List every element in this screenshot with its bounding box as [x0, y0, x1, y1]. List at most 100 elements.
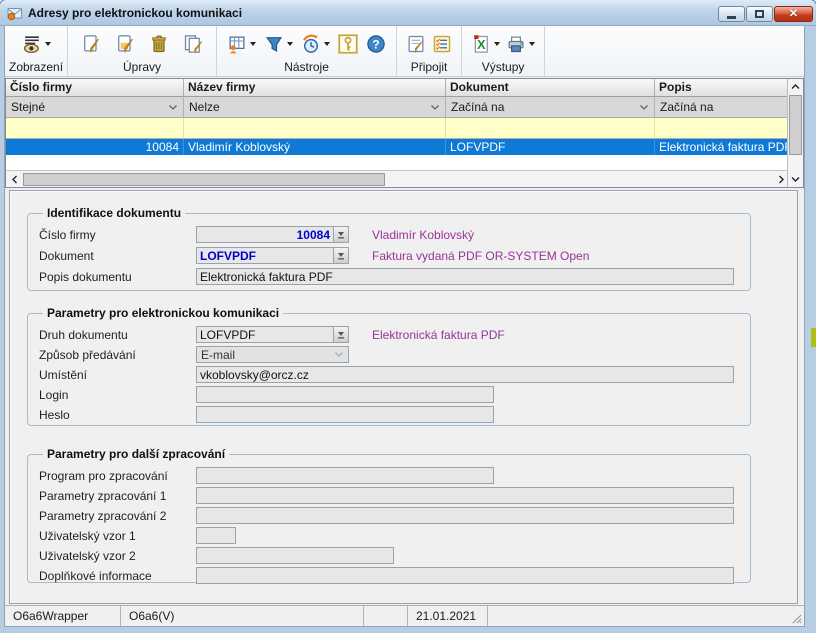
chevron-right-icon	[777, 175, 785, 184]
toolbar-group-vystupy: X Výstupy	[462, 26, 545, 76]
chevron-up-icon	[791, 83, 800, 91]
heslo-field[interactable]	[196, 406, 494, 423]
records-grid: Číslo firmy Název firmy Dokument Popis S…	[5, 78, 804, 188]
field-label-cislo-firmy: Číslo firmy	[39, 228, 196, 242]
export-excel-button[interactable]: X	[468, 32, 503, 56]
druh-dokumentu-field[interactable]	[196, 326, 334, 343]
close-button[interactable]: ✕	[774, 6, 813, 22]
field-label-druh-dokumentu: Druh dokumentu	[39, 328, 196, 342]
column-header-dokument[interactable]: Dokument	[446, 79, 655, 97]
vertical-scrollbar-thumb[interactable]	[789, 95, 802, 155]
column-header-nazev-firmy[interactable]: Název firmy	[184, 79, 446, 97]
filter-input-popis[interactable]	[655, 118, 789, 139]
section-parametry-zpracovani: Parametry pro další zpracování Program p…	[27, 447, 751, 583]
maximize-button[interactable]	[746, 6, 773, 22]
svg-text:?: ?	[372, 37, 379, 51]
window-title: Adresy pro elektronickou komunikaci	[28, 6, 242, 20]
popis-dokumentu-field[interactable]	[196, 268, 734, 285]
vertical-scrollbar[interactable]	[787, 79, 803, 187]
print-button[interactable]	[503, 32, 538, 56]
chevron-down-icon	[45, 42, 51, 46]
delete-record-button[interactable]	[146, 32, 172, 56]
filter-input-cislo-firmy[interactable]	[6, 118, 184, 139]
resize-grip[interactable]	[790, 612, 802, 624]
umisteni-field[interactable]	[196, 366, 734, 383]
new-record-button[interactable]	[78, 32, 104, 56]
related-tables-icon	[227, 34, 247, 54]
filter-input-dokument[interactable]	[446, 118, 655, 139]
field-label-doplnkove-informace: Doplňkové informace	[39, 569, 196, 583]
attach-list-button[interactable]	[429, 32, 455, 56]
titlebar: Adresy pro elektronickou komunikaci ✕	[0, 0, 816, 26]
toolbar: Zobrazení Úpravy	[5, 26, 804, 77]
field-label-dokument: Dokument	[39, 249, 196, 263]
lookup-arrow-icon	[336, 229, 346, 240]
related-tables-button[interactable]	[224, 32, 259, 56]
background-artifact	[811, 328, 816, 347]
history-button[interactable]	[298, 32, 333, 56]
grid-filter-row: Stejné Nelze Začíná na Začíná na	[6, 97, 789, 118]
field-label-umisteni: Umístění	[39, 368, 196, 382]
help-button[interactable]: ?	[363, 32, 389, 56]
new-record-icon	[81, 34, 101, 54]
edit-record-button[interactable]	[112, 32, 138, 56]
attach-list-icon	[432, 34, 452, 54]
column-header-popis[interactable]: Popis	[655, 79, 789, 97]
copy-record-icon	[183, 34, 203, 54]
field-label-program-pro-zpracovani: Program pro zpracování	[39, 469, 196, 483]
chevron-down-icon	[791, 175, 800, 183]
toolbar-group-label: Připojit	[397, 60, 461, 76]
druh-dokumentu-lookup-button[interactable]	[334, 326, 349, 343]
settings-key-icon	[338, 34, 358, 54]
parametry-zpracovani-1-field[interactable]	[196, 487, 734, 504]
status-cell-spacer	[488, 606, 804, 626]
scroll-up-button[interactable]	[788, 79, 803, 95]
print-icon	[506, 34, 526, 54]
toolbar-group-label: Výstupy	[462, 60, 544, 76]
dokument-field[interactable]	[196, 247, 334, 264]
scroll-left-button[interactable]	[6, 171, 23, 187]
chevron-down-icon	[250, 42, 256, 46]
minimize-icon	[727, 16, 736, 19]
section-title: Parametry pro další zpracování	[43, 447, 229, 461]
maximize-icon	[755, 10, 764, 18]
filter-button[interactable]	[261, 32, 296, 56]
doplnkove-informace-field[interactable]	[196, 567, 734, 584]
filter-input-nazev-firmy[interactable]	[184, 118, 446, 139]
program-pro-zpracovani-field[interactable]	[196, 467, 494, 484]
scroll-down-button[interactable]	[788, 171, 803, 187]
filter-operator-nazev-firmy[interactable]: Nelze	[184, 97, 446, 118]
close-icon: ✕	[789, 9, 798, 20]
cislo-firmy-description: Vladimír Koblovský	[372, 228, 474, 242]
login-field[interactable]	[196, 386, 494, 403]
settings-button[interactable]	[335, 32, 361, 56]
help-icon: ?	[366, 34, 386, 54]
section-parametry-komunikace: Parametry pro elektronickou komunikaci D…	[27, 306, 751, 426]
table-row-selected[interactable]: 10084 Vladimír Koblovský LOFVPDF Elektro…	[6, 139, 789, 155]
copy-record-button[interactable]	[180, 32, 206, 56]
svg-text:X: X	[477, 38, 486, 52]
horizontal-scrollbar-thumb[interactable]	[23, 173, 385, 186]
cislo-firmy-field[interactable]	[196, 226, 334, 243]
filter-operator-cislo-firmy[interactable]: Stejné	[6, 97, 184, 118]
toolbar-group-label: Úpravy	[68, 60, 216, 76]
minimize-button[interactable]	[718, 6, 745, 22]
cislo-firmy-lookup-button[interactable]	[334, 226, 349, 243]
uzivatelsky-vzor-1-field[interactable]	[196, 527, 236, 544]
dokument-lookup-button[interactable]	[334, 247, 349, 264]
view-menu-button[interactable]	[19, 32, 54, 56]
edit-record-icon	[115, 34, 135, 54]
uzivatelsky-vzor-2-field[interactable]	[196, 547, 394, 564]
delete-record-icon	[149, 34, 169, 54]
attach-note-button[interactable]	[403, 32, 429, 56]
filter-operator-popis[interactable]: Začíná na	[655, 97, 789, 118]
horizontal-scrollbar[interactable]	[6, 170, 789, 187]
column-header-cislo-firmy[interactable]: Číslo firmy	[6, 79, 184, 97]
dokument-description: Faktura vydaná PDF OR-SYSTEM Open	[372, 249, 589, 263]
parametry-zpracovani-2-field[interactable]	[196, 507, 734, 524]
chevron-left-icon	[11, 175, 19, 184]
status-cell-empty	[364, 606, 408, 626]
field-label-login: Login	[39, 388, 196, 402]
zpusob-predavani-select[interactable]: E-mail	[196, 346, 349, 363]
filter-operator-dokument[interactable]: Začíná na	[446, 97, 655, 118]
